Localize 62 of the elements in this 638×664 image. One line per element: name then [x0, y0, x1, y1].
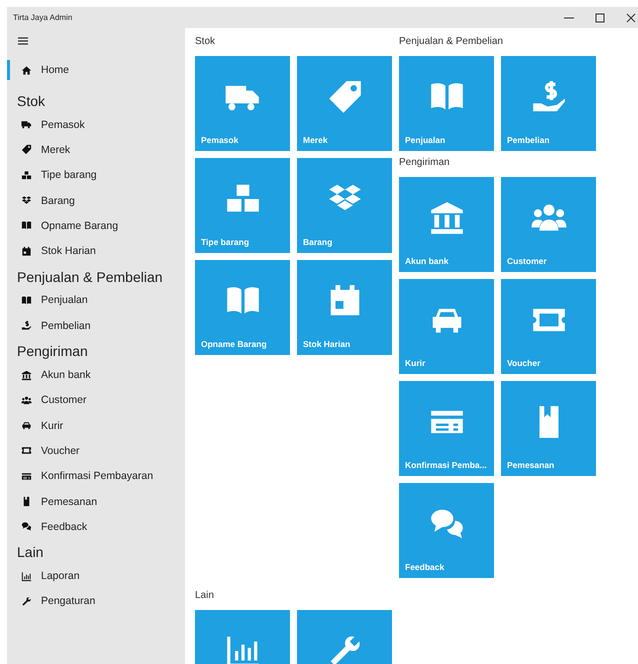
sidebar-item[interactable]: Voucher [7, 438, 185, 464]
sidebar-section-title: Penjualan & Pembelian [16, 268, 164, 287]
sidebar-item[interactable]: Akun bank [7, 362, 185, 388]
menu-icon[interactable] [18, 37, 28, 45]
sidebar-item[interactable]: Pengaturan [7, 588, 185, 614]
truck-icon [21, 119, 32, 130]
card-icon [21, 470, 32, 482]
tile-label: Pembelian [507, 135, 550, 145]
tile-label: Penjualan [405, 135, 446, 145]
tile-label: Kurir [405, 358, 426, 368]
hand-dollar-icon [21, 320, 32, 332]
sidebar-item[interactable]: Kurir [7, 412, 185, 438]
tile-label: Pemesanan [507, 460, 554, 470]
sidebar-item[interactable]: Feedback [7, 514, 185, 540]
calendar-icon [21, 246, 32, 257]
sidebar-item[interactable]: Laporan [7, 563, 185, 589]
tile-label: Stok Harian [303, 339, 350, 349]
sidebar-item[interactable]: Konfirmasi Pembayaran [7, 464, 185, 489]
sidebar-section-title: Stok [16, 92, 46, 111]
boxes-icon [21, 170, 32, 181]
sidebar-item[interactable]: Barang [7, 188, 185, 214]
section-title: Pengiriman [399, 156, 451, 170]
sidebar-item[interactable]: Tipe barang [7, 162, 185, 188]
tile-label: Feedback [405, 562, 444, 572]
tile-label: Barang [303, 237, 332, 247]
section-title: Stok [195, 35, 216, 49]
dropbox-icon [21, 195, 32, 206]
users-icon [21, 394, 32, 406]
book-icon [21, 294, 32, 306]
tile-label: Opname Barang [201, 339, 267, 349]
sidebar-section-title: Pengiriman [16, 342, 89, 362]
tile-label: Tipe barang [201, 237, 250, 247]
close-icon[interactable] [626, 12, 636, 22]
bookmark-book-icon [21, 496, 32, 507]
car-icon [21, 420, 32, 432]
tile-label: Merek [303, 135, 328, 145]
section-title: Lain [195, 589, 215, 603]
window-title: Tirta Jaya Admin [13, 13, 72, 22]
sidebar-item[interactable]: Pemasok [7, 112, 185, 138]
chat-icon [21, 521, 32, 532]
book-icon [21, 220, 32, 232]
chart-icon [21, 570, 32, 582]
tile-label: Voucher [507, 358, 540, 368]
sidebar-item[interactable]: Merek [7, 137, 185, 163]
sidebar-item[interactable]: Stok Harian [7, 238, 185, 264]
section-title: Penjualan & Pembelian [399, 35, 504, 49]
sidebar-item[interactable]: Pembelian [7, 313, 185, 338]
tag-icon [21, 144, 32, 156]
tile-label: Customer [507, 256, 547, 266]
tile-label: Akun bank [405, 256, 448, 266]
sidebar-item[interactable]: Opname Barang [7, 213, 185, 238]
sidebar-section-title: Lain [16, 543, 44, 562]
sidebar-item[interactable]: Customer [7, 388, 185, 413]
maximize-icon[interactable] [595, 12, 605, 22]
wrench-icon [21, 596, 32, 607]
sidebar-item[interactable]: Penjualan [7, 288, 185, 314]
tile-label: Konfirmasi Pemba... [405, 460, 487, 470]
bank-icon [21, 370, 32, 381]
home-icon [21, 64, 32, 76]
tile-label: Pemasok [201, 135, 238, 145]
sidebar-item[interactable]: Pemesanan [7, 488, 185, 514]
ticket-icon [21, 445, 32, 456]
